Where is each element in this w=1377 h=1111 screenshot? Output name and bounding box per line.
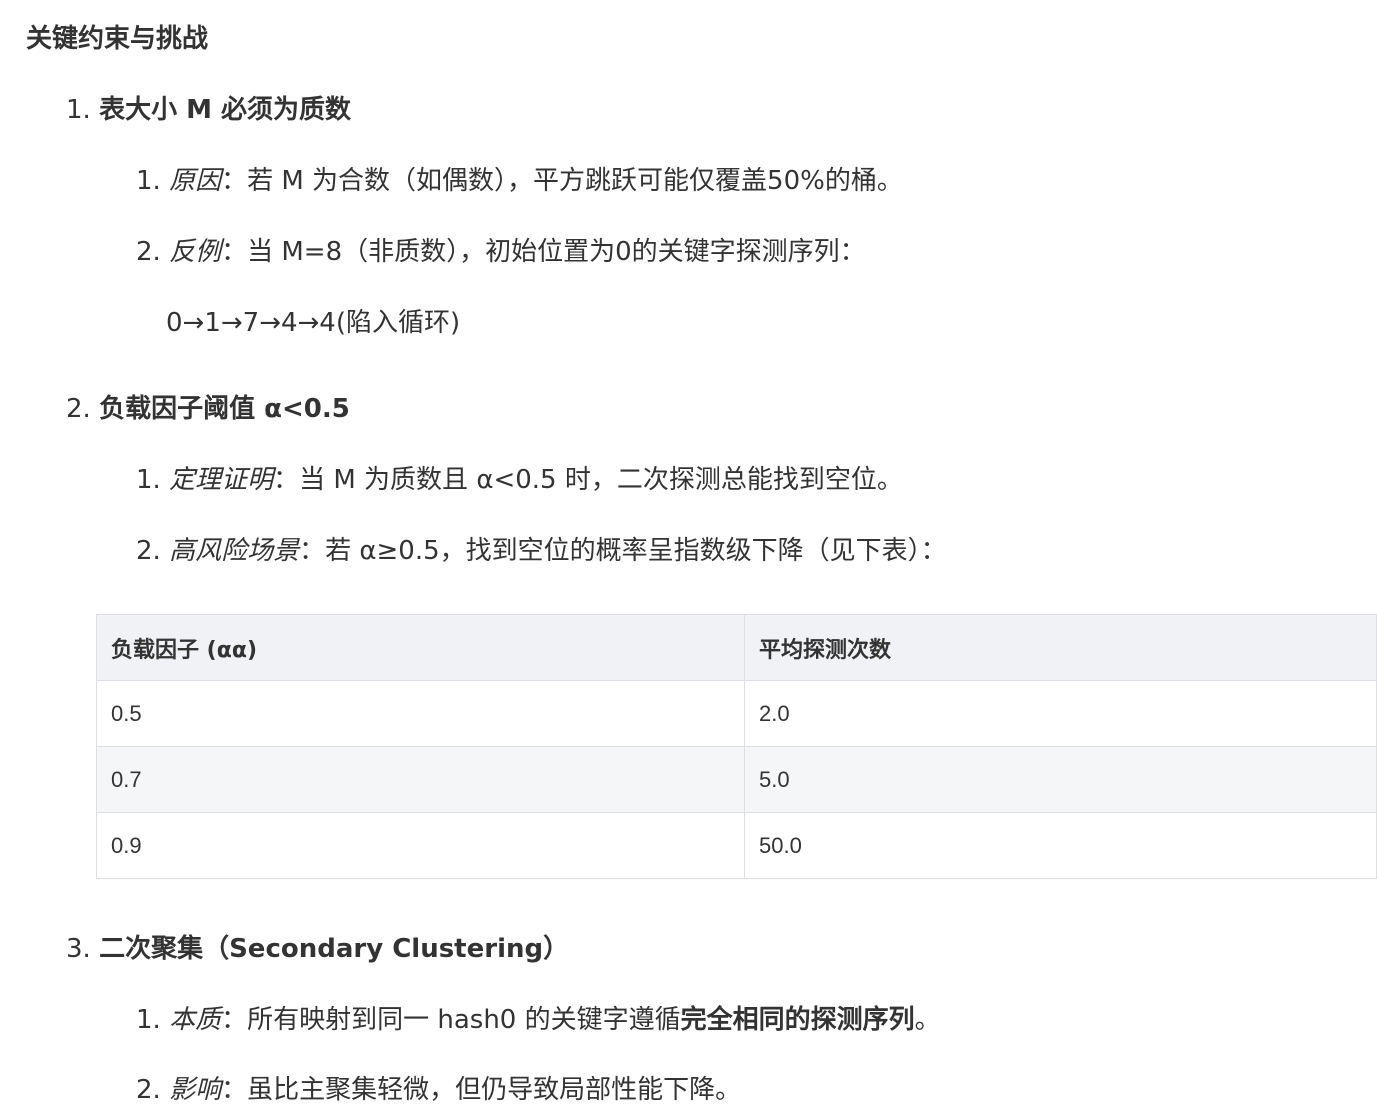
table-header-row: 负载因子 (αα) 平均探测次数 [96, 614, 1377, 681]
sub-number: 1. [136, 465, 161, 495]
sub-text: ：虽比主聚集轻微，但仍导致局部性能下降。 [221, 1075, 742, 1105]
sub-item-high-risk: 2. 高风险场景：若 α≥0.5，找到空位的概率呈指数级下降（见下表）： [136, 532, 947, 570]
sub-text: ：若 α≥0.5，找到空位的概率呈指数级下降（见下表）： [299, 536, 947, 566]
sub-item-impact: 2. 影响：虽比主聚集轻微，但仍导致局部性能下降。 [136, 1071, 741, 1109]
sub-number: 2. [136, 536, 161, 566]
sub-text: ：当 M=8（非质数），初始位置为0的关键字探测序列： [221, 237, 866, 267]
list-number: 1. [66, 95, 91, 125]
table-cell: 2.0 [744, 680, 1377, 747]
sub-tail: 。 [914, 1005, 941, 1035]
table-header-cell: 平均探测次数 [744, 614, 1377, 681]
sub-text: ：所有映射到同一 hash0 的关键字遵循 [221, 1005, 681, 1035]
sub-item-counterexample: 2. 反例：当 M=8（非质数），初始位置为0的关键字探测序列： [136, 233, 866, 271]
table-cell: 0.7 [96, 746, 745, 813]
list-item-title: 表大小 M 必须为质数 [99, 95, 352, 125]
list-item-3: 3. 二次聚集（Secondary Clustering） [66, 930, 569, 968]
sub-number: 2. [136, 237, 161, 267]
list-number: 3. [66, 934, 91, 964]
sub-text: ：若 M 为合数（如偶数），平方跳跃可能仅覆盖50%的桶。 [221, 166, 903, 196]
table-cell: 0.9 [96, 812, 745, 879]
list-item-2: 2. 负载因子阈值 α<0.5 [66, 390, 350, 428]
sub-label: 定理证明 [169, 465, 274, 495]
list-item-1: 1. 表大小 M 必须为质数 [66, 91, 351, 129]
list-item-title: 负载因子阈值 α<0.5 [99, 394, 350, 424]
sub-item-essence: 1. 本质：所有映射到同一 hash0 的关键字遵循完全相同的探测序列。 [136, 1001, 941, 1039]
sub-text: ：当 M 为质数且 α<0.5 时，二次探测总能找到空位。 [273, 465, 903, 495]
probe-sequence-text: 0→1→7→4→4(陷入循环) [166, 308, 461, 338]
sub-label: 高风险场景 [169, 536, 300, 566]
sub-number: 2. [136, 1075, 161, 1105]
table-row: 0.5 2.0 [96, 680, 1377, 747]
sub-label: 原因 [169, 166, 222, 196]
sub-label: 本质 [169, 1005, 222, 1035]
table-row: 0.9 50.0 [96, 812, 1377, 879]
load-factor-table: 负载因子 (αα) 平均探测次数 0.5 2.0 0.7 5.0 0.9 50.… [96, 614, 1377, 879]
sub-item-theorem: 1. 定理证明：当 M 为质数且 α<0.5 时，二次探测总能找到空位。 [136, 461, 903, 499]
table-cell: 0.5 [96, 680, 745, 747]
section-heading: 关键约束与挑战 [26, 24, 209, 54]
sub-number: 1. [136, 166, 161, 196]
sub-item-reason: 1. 原因：若 M 为合数（如偶数），平方跳跃可能仅覆盖50%的桶。 [136, 162, 903, 200]
table-header-cell: 负载因子 (αα) [96, 614, 745, 681]
sub-label: 反例 [169, 237, 222, 267]
sub-strong-text: 完全相同的探测序列 [680, 1005, 915, 1035]
list-item-title: 二次聚集（Secondary Clustering） [99, 934, 570, 964]
table-cell: 5.0 [744, 746, 1377, 813]
sub-label: 影响 [169, 1075, 222, 1105]
list-number: 2. [66, 394, 91, 424]
table-cell: 50.0 [744, 812, 1377, 879]
table-row: 0.7 5.0 [96, 746, 1377, 813]
sub-number: 1. [136, 1005, 161, 1035]
